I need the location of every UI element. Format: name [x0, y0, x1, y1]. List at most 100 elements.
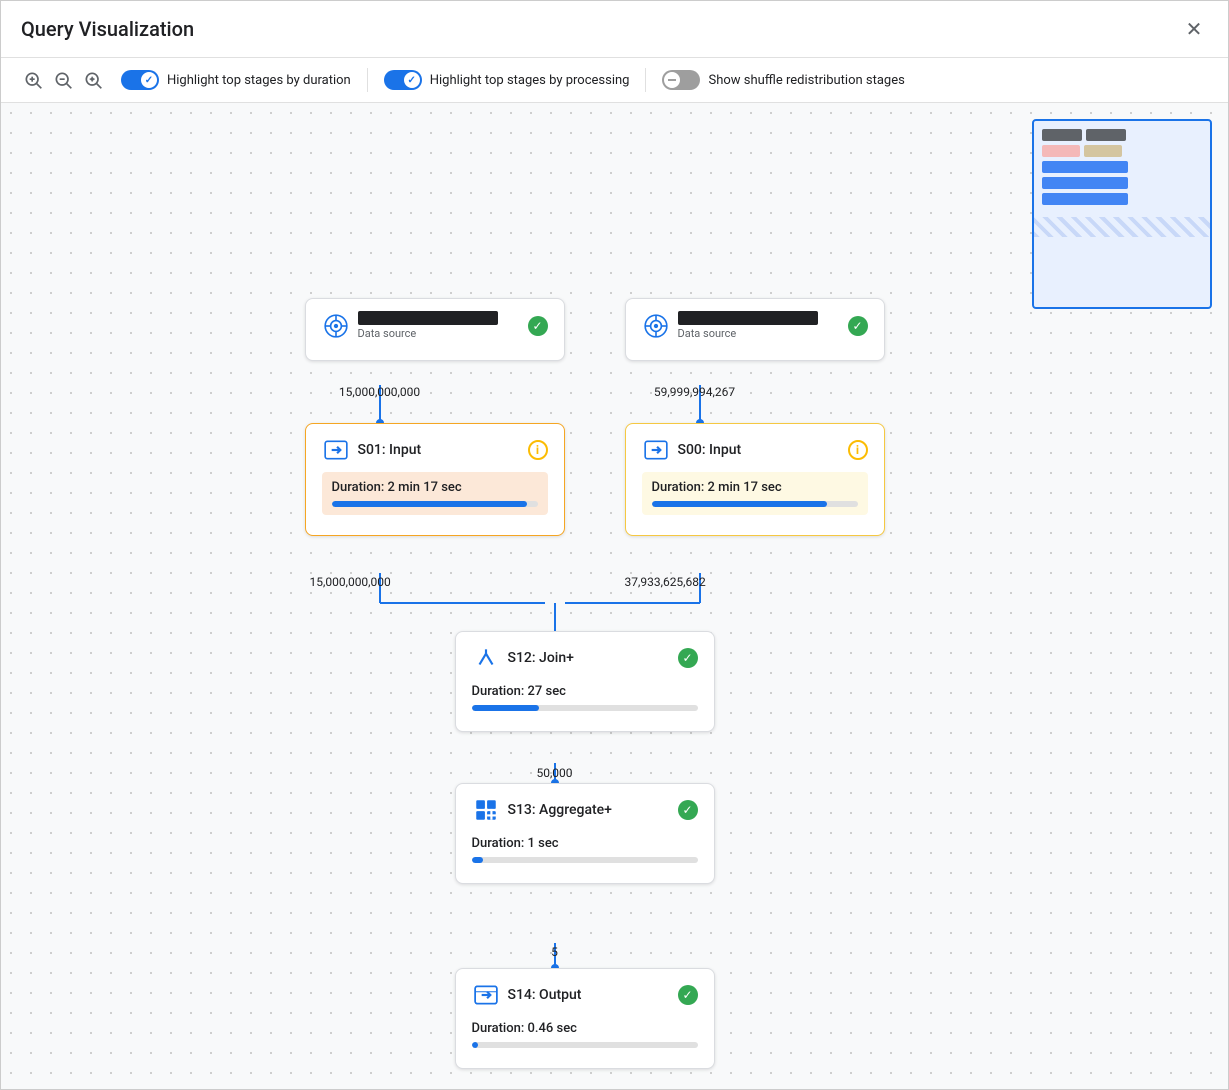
s00-duration: Duration: 2 min 17 sec: [652, 480, 858, 495]
s12-icon: [472, 644, 500, 672]
s13-title: S13: Aggregate+: [508, 802, 612, 818]
toggle-processing-thumb: ✓: [404, 72, 420, 88]
toggle-processing-track[interactable]: ✓: [384, 70, 422, 90]
s00-duration-box: Duration: 2 min 17 sec: [642, 472, 868, 515]
minimap-block-2: [1086, 129, 1126, 141]
datasource1-rowcount: 15,000,000,000: [310, 385, 450, 399]
minimap-row-1: [1042, 129, 1202, 141]
s12-node[interactable]: S12: Join+ ✓ Duration: 27 sec: [455, 631, 715, 732]
s01-icon: [322, 436, 350, 464]
s01-duration-box: Duration: 2 min 17 sec: [322, 472, 548, 515]
s00-title-group: S00: Input: [642, 436, 742, 464]
s14-status: ✓: [678, 985, 698, 1005]
toggle-duration-track[interactable]: ✓: [121, 70, 159, 90]
minimap-hatch: [1034, 217, 1210, 237]
datasource1-name-redacted: [358, 311, 498, 325]
s12-header: S12: Join+ ✓: [472, 644, 698, 672]
canvas-area[interactable]: Data source ✓ 15,000,000,000: [1, 103, 1228, 1089]
minimap-block-4: [1084, 145, 1122, 157]
datasource2-title-group: Data source: [642, 311, 818, 340]
close-button[interactable]: ✕: [1180, 15, 1208, 43]
s13-status: ✓: [678, 800, 698, 820]
minimap-row-5: [1042, 193, 1202, 205]
toggle-processing-label: Highlight top stages by processing: [430, 73, 630, 88]
query-visualization-dialog: Query Visualization ✕: [0, 0, 1229, 1090]
minimap-inner: [1034, 121, 1210, 213]
minimap-block-3: [1042, 145, 1080, 157]
s13-node[interactable]: S13: Aggregate+ ✓ Duration: 1 sec: [455, 783, 715, 884]
datasource2-name-redacted: [678, 311, 818, 325]
s01-duration: Duration: 2 min 17 sec: [332, 480, 538, 495]
toolbar-separator-2: [645, 68, 646, 92]
s14-header: S14: Output ✓: [472, 981, 698, 1009]
s13-title-group: S13: Aggregate+: [472, 796, 612, 824]
zoom-reset-button[interactable]: [81, 68, 105, 92]
s00-node[interactable]: S00: Input i Duration: 2 min 17 sec: [625, 423, 885, 536]
s00-icon: [642, 436, 670, 464]
datasource1-status: ✓: [528, 316, 548, 336]
minimap-block-1: [1042, 129, 1082, 141]
toggle-highlight-processing[interactable]: ✓ Highlight top stages by processing: [384, 70, 630, 90]
s00-header: S00: Input i: [642, 436, 868, 464]
s00-rowcount: 37,933,625,682: [625, 575, 706, 589]
s12-progress-fill: [472, 705, 540, 711]
s01-progress-bar: [332, 501, 538, 507]
toggle-show-shuffle[interactable]: Show shuffle redistribution stages: [662, 70, 904, 90]
datasource2-status: ✓: [848, 316, 868, 336]
minimap-block-6: [1042, 177, 1128, 189]
datasource1-header: Data source ✓: [322, 311, 548, 340]
s01-node[interactable]: S01: Input i Duration: 2 min 17 sec: [305, 423, 565, 536]
s12-title-group: S12: Join+: [472, 644, 574, 672]
s01-title: S01: Input: [358, 442, 422, 458]
toggle-shuffle-thumb: [664, 72, 680, 88]
s12-status: ✓: [678, 648, 698, 668]
minimap-row-4: [1042, 177, 1202, 189]
s01-rowcount: 15,000,000,000: [310, 575, 391, 589]
s13-progress-bar: [472, 857, 698, 863]
s12-body: Duration: 27 sec: [472, 680, 698, 719]
s14-node[interactable]: S14: Output ✓ Duration: 0.46 sec: [455, 968, 715, 1069]
datasource2-node[interactable]: Data source ✓: [625, 298, 885, 361]
zoom-in-button[interactable]: [21, 68, 45, 92]
toggle-duration-thumb: ✓: [141, 72, 157, 88]
s12-title: S12: Join+: [508, 650, 574, 666]
s12-duration: Duration: 27 sec: [472, 684, 698, 699]
s00-title: S00: Input: [678, 442, 742, 458]
datasource2-header: Data source ✓: [642, 311, 868, 340]
s13-progress-fill: [472, 857, 483, 863]
minimap[interactable]: [1032, 119, 1212, 309]
flow-diagram: Data source ✓ 15,000,000,000: [165, 123, 1065, 1089]
toggle-shuffle-label: Show shuffle redistribution stages: [708, 73, 904, 88]
datasource1-title-group: Data source: [322, 311, 498, 340]
toggle-shuffle-track[interactable]: [662, 70, 700, 90]
s12-rowcount: 50,000: [536, 766, 572, 780]
toolbar-separator-1: [367, 68, 368, 92]
zoom-out-button[interactable]: [51, 68, 75, 92]
s00-progress-bar: [652, 501, 858, 507]
s14-title: S14: Output: [508, 987, 582, 1003]
s14-duration: Duration: 0.46 sec: [472, 1021, 698, 1036]
s12-progress-bar: [472, 705, 698, 711]
s01-info-icon[interactable]: i: [528, 440, 548, 460]
toggle-highlight-duration[interactable]: ✓ Highlight top stages by duration: [121, 70, 351, 90]
s00-info-icon[interactable]: i: [848, 440, 868, 460]
dialog-header: Query Visualization ✕: [1, 1, 1228, 58]
minimap-row-2: [1042, 145, 1202, 157]
s14-title-group: S14: Output: [472, 981, 582, 1009]
datasource1-subtitle: Data source: [358, 327, 498, 340]
minimap-block-7: [1042, 193, 1128, 205]
datasource2-subtitle: Data source: [678, 327, 818, 340]
main-content: Data source ✓ 15,000,000,000: [1, 103, 1228, 1089]
s14-progress-fill: [472, 1042, 479, 1048]
s14-progress-bar: [472, 1042, 698, 1048]
zoom-controls: [21, 68, 105, 92]
datasource2-icon: [642, 312, 670, 340]
s01-header: S01: Input i: [322, 436, 548, 464]
flow-connectors: [165, 123, 1065, 1089]
toolbar: ✓ Highlight top stages by duration ✓ Hig…: [1, 58, 1228, 103]
s14-icon: [472, 981, 500, 1009]
minimap-block-5: [1042, 161, 1128, 173]
datasource1-node[interactable]: Data source ✓: [305, 298, 565, 361]
s13-body: Duration: 1 sec: [472, 832, 698, 871]
s01-progress-fill: [332, 501, 528, 507]
